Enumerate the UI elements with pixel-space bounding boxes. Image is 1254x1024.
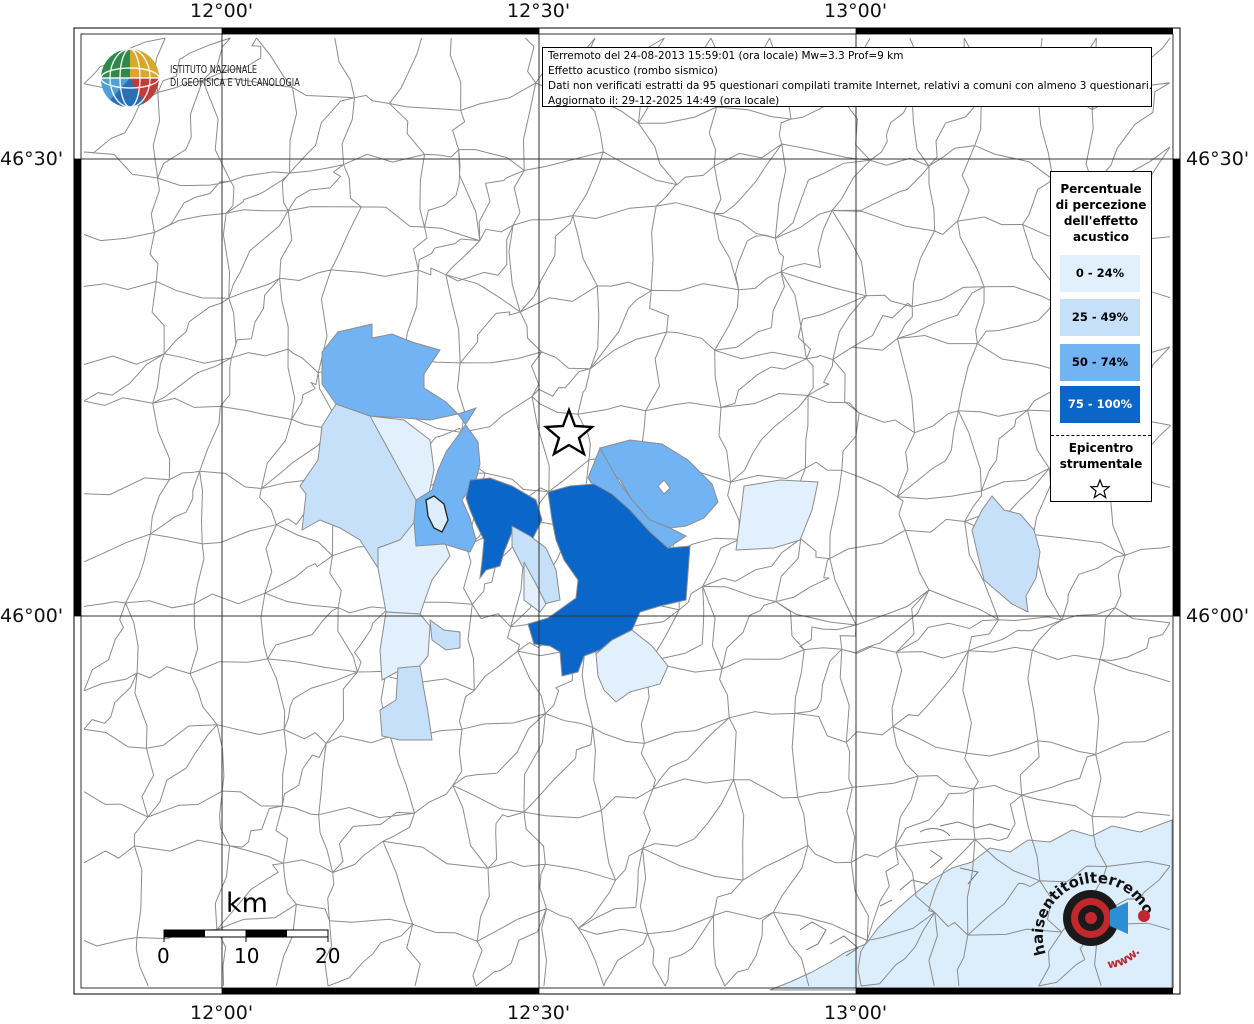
ingv-logo-line1: ISTITUTO NAZIONALE [170,64,258,76]
legend-title: Percentuale di percezione dell'effetto a… [1051,181,1151,245]
legend-epicentre-line: Epicentro [1068,441,1134,455]
lon-label-top-13-00: 13°00' [824,0,888,22]
event-info-box: Terremoto del 24-08-2013 15:59:01 (ora l… [542,47,1152,107]
lon-label-bottom-12-30: 12°30' [507,1002,571,1024]
area-25-49 [429,618,461,651]
legend-class-50-74: 50 - 74% [1060,344,1140,381]
legend-separator [1051,435,1151,436]
area-50-74 [321,323,460,421]
scale-bar [163,929,329,942]
scale-tick-0: 0 [157,944,170,968]
question-icon [1138,910,1150,922]
area-25-49 [971,495,1041,613]
legend-class-25-49: 25 - 49% [1060,299,1140,336]
lon-label-top-12-30: 12°30' [507,0,571,22]
legend-epicentre-label: Epicentro strumentale [1051,440,1151,472]
epicentre-star-icon [542,406,596,457]
ingv-logo-line2: DI GEOFISICA E VULCANOLOGIA [170,77,300,89]
legend-title-line: di percezione [1055,198,1147,212]
scale-unit-label: km [226,888,268,919]
legend-star-icon [1089,478,1111,499]
svg-text:www.: www. [1106,945,1142,972]
lon-label-top-12-00: 12°00' [190,0,254,22]
data-source-line: Dati non verificati estratti da 95 quest… [548,80,1153,92]
lat-label-right-46-00: 46°00' [1186,605,1250,627]
haisentitoilterremoto-logo: haisentitoilterremoto.it www. [1028,858,1158,972]
hst-logo-www: www. [1106,945,1142,972]
lon-label-bottom-12-00: 12°00' [190,1002,254,1024]
lat-label-left-46-00: 46°00' [0,605,64,627]
legend-class-75-100: 75 - 100% [1060,386,1140,423]
lat-label-left-46-30: 46°30' [0,148,64,170]
lat-label-right-46-30: 46°30' [1186,148,1250,170]
scale-tick-20: 20 [315,944,341,968]
legend-epicentre-line: strumentale [1059,457,1143,471]
scale-tick-10: 10 [234,944,260,968]
legend-title-line: Percentuale [1060,182,1142,196]
legend-title-line: dell'effetto [1063,214,1139,228]
legend-title-line: acustico [1072,230,1130,244]
lon-label-bottom-13-00: 13°00' [824,1002,888,1024]
updated-line: Aggiornato il: 29-12-2025 14:49 (ora loc… [548,95,780,107]
ingv-logo-text: ISTITUTO NAZIONALE DI GEOFISICA E VULCAN… [170,64,300,90]
area-0-24 [735,479,819,551]
event-line: Terremoto del 24-08-2013 15:59:01 (ora l… [548,50,904,62]
legend-class-0-24: 0 - 24% [1060,255,1140,292]
intensity-map: 12°00' 12°30' 13°00' 12°00' 12°30' 13°00… [0,0,1254,1024]
effect-line: Effetto acustico (rombo sismico) [548,65,718,77]
legend: Percentuale di percezione dell'effetto a… [1050,171,1152,502]
